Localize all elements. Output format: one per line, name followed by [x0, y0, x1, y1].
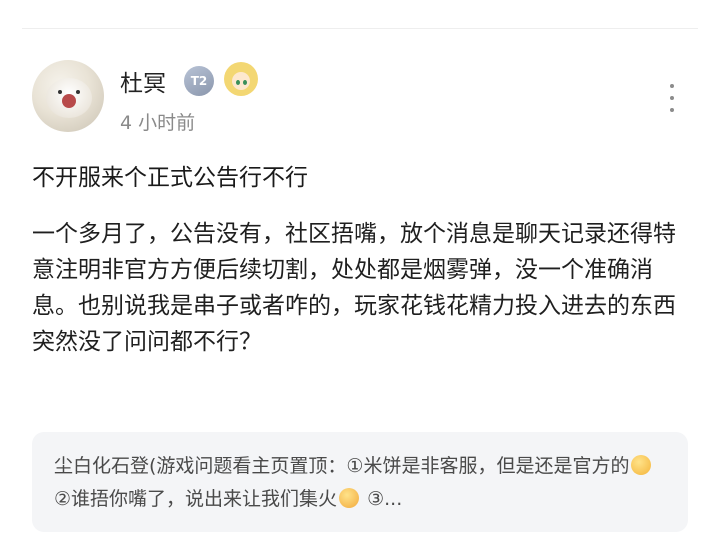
post-title[interactable]: 不开服来个正式公告行不行	[32, 158, 308, 192]
comment-text: 尘白化石登(游戏问题看主页置顶：①米饼是非客服，但是还是官方的 ②谁捂你嘴了，说…	[54, 450, 674, 516]
avatar[interactable]	[32, 60, 104, 132]
comment-text-part1: (游戏问题看主页置顶：①米饼是非客服，但是还是官方的	[149, 455, 630, 477]
comment-text-part3: ③...	[361, 488, 403, 510]
badge-eye-right	[243, 80, 247, 85]
post-time: 4 小时前	[120, 112, 196, 134]
comment-text-part2: ②谁捂你嘴了，说出来让我们集火	[54, 488, 338, 510]
avatar-eye-left	[58, 90, 62, 94]
dot	[670, 108, 674, 112]
dot	[670, 96, 674, 100]
comment-preview[interactable]: 尘白化石登(游戏问题看主页置顶：①米饼是非客服，但是还是官方的 ②谁捂你嘴了，说…	[32, 432, 688, 532]
more-options-icon[interactable]	[660, 84, 684, 112]
dot	[670, 84, 674, 88]
avatar-mouth	[62, 94, 76, 108]
post-body[interactable]: 一个多月了，公告没有，社区捂嘴，放个消息是聊天记录还得特意注明非官方方便后续切割…	[32, 216, 692, 360]
character-badge-icon	[224, 62, 258, 96]
comment-author: 尘白化石登	[54, 455, 150, 477]
avatar-eye-right	[76, 90, 80, 94]
sad-face-emoji-icon	[631, 455, 652, 475]
badge-face	[232, 72, 250, 90]
post-card: 杜冥 T2 4 小时前 不开服来个正式公告行不行 一个多月了，公告没有，社区捂嘴…	[0, 0, 720, 540]
shushing-face-emoji-icon	[339, 488, 360, 508]
badge-eye-left	[236, 80, 240, 85]
author-name[interactable]: 杜冥	[120, 64, 166, 98]
post-header: 杜冥 T2 4 小时前	[32, 58, 688, 138]
level-badge-icon: T2	[184, 66, 214, 96]
